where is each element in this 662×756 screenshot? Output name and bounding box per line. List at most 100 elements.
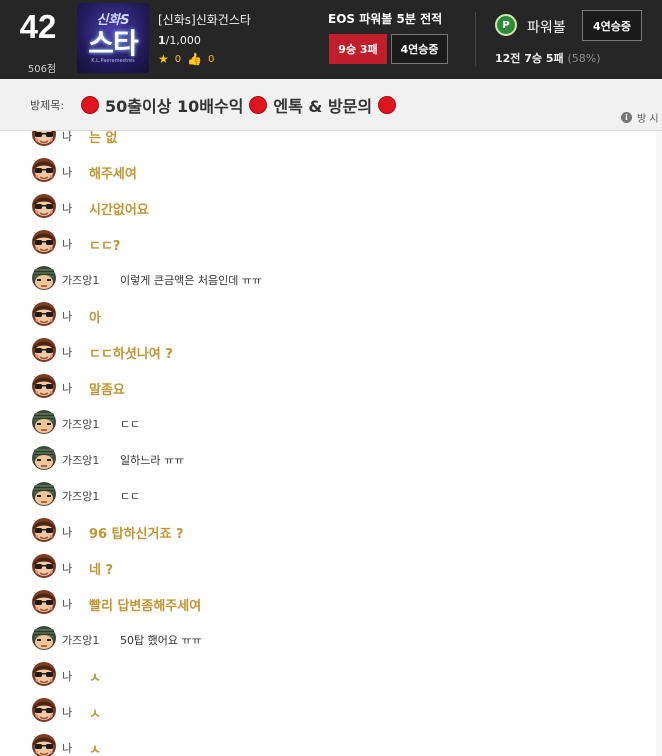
chat-sender-name[interactable]: 나 (62, 164, 72, 180)
sunglasses-avatar-icon[interactable] (31, 229, 57, 255)
chat-message-text: 는 없 (89, 131, 118, 146)
sunglasses-avatar-icon[interactable] (31, 697, 57, 723)
sunglasses-avatar-icon[interactable] (31, 589, 57, 615)
level-points: 506점 (27, 64, 57, 75)
sunglasses-avatar-icon[interactable] (31, 733, 57, 756)
room-count-total: /1,000 (165, 34, 201, 47)
notice-label: 방제목: (30, 99, 65, 112)
powerball-summary-pct: (58%) (567, 52, 601, 65)
helmet-avatar-icon[interactable] (31, 265, 57, 291)
room-logo-line3: K.L.Paeramestres (91, 58, 135, 64)
sunglasses-avatar-icon[interactable] (31, 373, 57, 399)
room-logo-line2: 스타 (88, 27, 139, 60)
chat-message-mine: 나 ㄷㄷ하셧나여 ? (0, 333, 662, 369)
powerball-summary-record: 12전 7승 5패 (495, 52, 564, 65)
chat-sender-name[interactable]: 나 (62, 668, 72, 684)
sunglasses-avatar-icon[interactable] (31, 337, 57, 363)
powerball-icon: P (495, 14, 517, 36)
like-count: 0 (208, 53, 215, 65)
header-divider (475, 12, 476, 66)
helmet-avatar-icon[interactable] (31, 625, 57, 651)
star-icon: ★ (158, 52, 169, 66)
helmet-avatar-icon[interactable] (31, 481, 57, 507)
chat-message-text: ㅅ (89, 707, 101, 722)
chat-message-mine: 나ㅅ (0, 657, 662, 693)
chat-sender-name[interactable]: 가즈앙1 (62, 488, 99, 504)
chat-message-text: ㄷㄷ (120, 418, 141, 431)
powerball-streak-badge: 4연승중 (582, 10, 642, 41)
room-info-link[interactable]: 방 시 (637, 110, 659, 125)
chat-sender-name[interactable]: 나 (62, 344, 72, 360)
chat-message-mine: 나 시간없어요 (0, 189, 662, 225)
chat-message-mine: 나 말좀요 (0, 369, 662, 405)
chat-sender-name[interactable]: 가즈앙1 (62, 452, 99, 468)
chat-message-text: 96 탑하신거죠 ? (89, 527, 184, 542)
sunglasses-avatar-icon[interactable] (31, 157, 57, 183)
chat-message-text: ㄷㄷ (120, 490, 141, 503)
helmet-avatar-icon[interactable] (31, 409, 57, 435)
chat-message-mine: 나아 (0, 297, 662, 333)
chat-sender-name[interactable]: 가즈앙1 (62, 272, 99, 288)
chat-sender-name[interactable]: 나 (62, 596, 72, 612)
chat-message-mine: 나ㅅ (0, 729, 662, 756)
chat-message-text: 말좀요 (89, 383, 125, 398)
red-dot-icon (249, 96, 268, 114)
sunglasses-avatar-icon[interactable] (31, 553, 57, 579)
room-logo[interactable]: 신화S 스타 K.L.Paeramestres (77, 3, 149, 73)
chat-sender-name[interactable]: 나 (62, 740, 72, 756)
chat-sender-name[interactable]: 나 (62, 236, 72, 252)
chat-message-mine: 나 네 ? (0, 549, 662, 585)
chat-message-mine: 나는 없 (0, 131, 662, 153)
info-icon[interactable]: i (621, 112, 632, 123)
sunglasses-avatar-icon[interactable] (31, 661, 57, 687)
sunglasses-avatar-icon[interactable] (31, 131, 57, 147)
room-header: 42 506점 신화S 스타 K.L.Paeramestres [신화s]신화건… (0, 0, 662, 79)
eos-win-loss-badge: 9승 3패 (329, 34, 387, 64)
red-dot-icon (81, 96, 99, 114)
chat-message-text: 이렇게 큰금액은 처음인데 ㅠㅠ (120, 274, 263, 287)
chat-sender-name[interactable]: 나 (62, 524, 72, 540)
chat-message-mine: 나 빨리 답변좀해주세여 (0, 585, 662, 621)
chat-message-mine: 나 해주세여 (0, 153, 662, 189)
red-dot-icon (378, 96, 397, 114)
chat-message-text: 50탑 했어요 ㅠㅠ (120, 634, 202, 647)
chat-message-text: 시간없어요 (89, 203, 149, 218)
sunglasses-avatar-icon[interactable] (31, 517, 57, 543)
chat-sender-name[interactable]: 가즈앙1 (62, 416, 99, 432)
eos-streak-badge: 4연승중 (391, 34, 448, 64)
powerball-summary: 12전 7승 5패 (58%) (495, 50, 601, 66)
chat-message-text: 일하느라 ㅠㅠ (120, 454, 185, 467)
chat-sender-name[interactable]: 나 (62, 560, 72, 576)
chat-sender-name[interactable]: 나 (62, 704, 72, 720)
chat-message-mine: 나 96 탑하신거죠 ? (0, 513, 662, 549)
chat-message-other: 가즈앙1 일하느라 ㅠㅠ (0, 441, 662, 477)
chat-sender-name[interactable]: 가즈앙1 (62, 632, 99, 648)
chat-message-other: 가즈앙1 이렇게 큰금액은 처음인데 ㅠㅠ (0, 261, 662, 297)
sunglasses-avatar-icon[interactable] (31, 193, 57, 219)
chat-message-text: 네 ? (89, 563, 114, 578)
chat-message-text: ㄷㄷ? (89, 239, 121, 254)
chat-message-mine: 나 ㄷㄷ? (0, 225, 662, 261)
powerball-label: 파워볼 (527, 20, 566, 36)
notice-text: 50출이상 10배수익 엔톡 & 방문의 (77, 93, 400, 117)
chat-messages: 나는 없 나 해주세여 나 시간없어요 나 ㄷㄷ? 가즈앙1 이렇게 큰금액은 처음인데 ㅠㅠ 나… (0, 131, 662, 756)
chat-message-other: 가즈앙1 ㄷㄷ (0, 477, 662, 513)
helmet-avatar-icon[interactable] (31, 445, 57, 471)
sunglasses-avatar-icon[interactable] (31, 301, 57, 327)
eos-record-title: EOS 파워볼 5분 전적 (328, 12, 443, 26)
chat-sender-name[interactable]: 나 (62, 380, 72, 396)
chat-message-list[interactable]: 나는 없 나 해주세여 나 시간없어요 나 ㄷㄷ? 가즈앙1 이렇게 큰금액은 처음인데 ㅠㅠ 나… (0, 131, 662, 756)
chat-message-mine: 나ㅅ (0, 693, 662, 729)
chat-sender-name[interactable]: 나 (62, 200, 72, 216)
level-number: 42 (19, 8, 57, 45)
chat-message-other: 가즈앙1 50탑 했어요 ㅠㅠ (0, 621, 662, 657)
room-title: [신화s]신화건스타 (158, 13, 251, 27)
chat-message-text: 빨리 답변좀해주세여 (89, 599, 202, 614)
room-stats: ★ 0 👍 0 (158, 52, 214, 66)
chat-sender-name[interactable]: 나 (62, 131, 72, 144)
room-count-current: 1 (158, 34, 166, 47)
chat-sender-name[interactable]: 나 (62, 308, 72, 324)
chat-scrollbar[interactable] (656, 131, 662, 756)
thumbs-up-icon[interactable]: 👍 (187, 52, 202, 66)
room-notice-bar: 방제목: 50출이상 10배수익 엔톡 & 방문의 (0, 79, 662, 131)
